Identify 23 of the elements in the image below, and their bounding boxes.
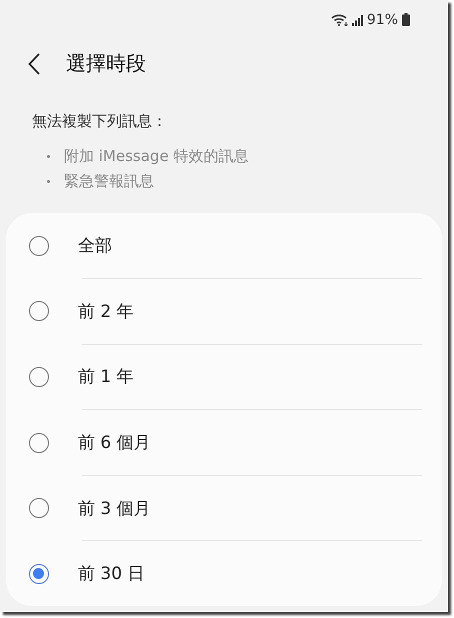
battery-icon xyxy=(402,13,410,26)
back-icon[interactable] xyxy=(28,52,40,75)
list-item: 附加 iMessage 特效的訊息 xyxy=(64,147,248,166)
wifi-icon xyxy=(330,13,349,26)
radio-button[interactable] xyxy=(29,564,49,584)
bullet-icon xyxy=(47,155,50,158)
notice-text: 無法複製下列訊息： xyxy=(32,111,168,132)
option-label[interactable]: 前 3 個月 xyxy=(78,496,151,520)
option-label[interactable]: 全部 xyxy=(78,234,112,258)
page-title: 選擇時段 xyxy=(66,50,146,78)
option-label[interactable]: 前 30 日 xyxy=(78,562,144,586)
radio-button[interactable] xyxy=(29,301,49,322)
option-label[interactable]: 前 2 年 xyxy=(78,300,134,323)
list-item: 緊急警報訊息 xyxy=(64,172,154,192)
battery-percent: 91% xyxy=(366,12,398,28)
option-label[interactable]: 前 6 個月 xyxy=(78,431,151,454)
radio-button[interactable] xyxy=(29,236,49,256)
radio-button[interactable] xyxy=(29,366,49,387)
bullet-icon xyxy=(47,180,50,184)
radio-button[interactable] xyxy=(29,498,49,518)
signal-icon xyxy=(352,14,364,26)
option-label[interactable]: 前 1 年 xyxy=(78,365,134,388)
radio-button[interactable] xyxy=(29,432,49,453)
